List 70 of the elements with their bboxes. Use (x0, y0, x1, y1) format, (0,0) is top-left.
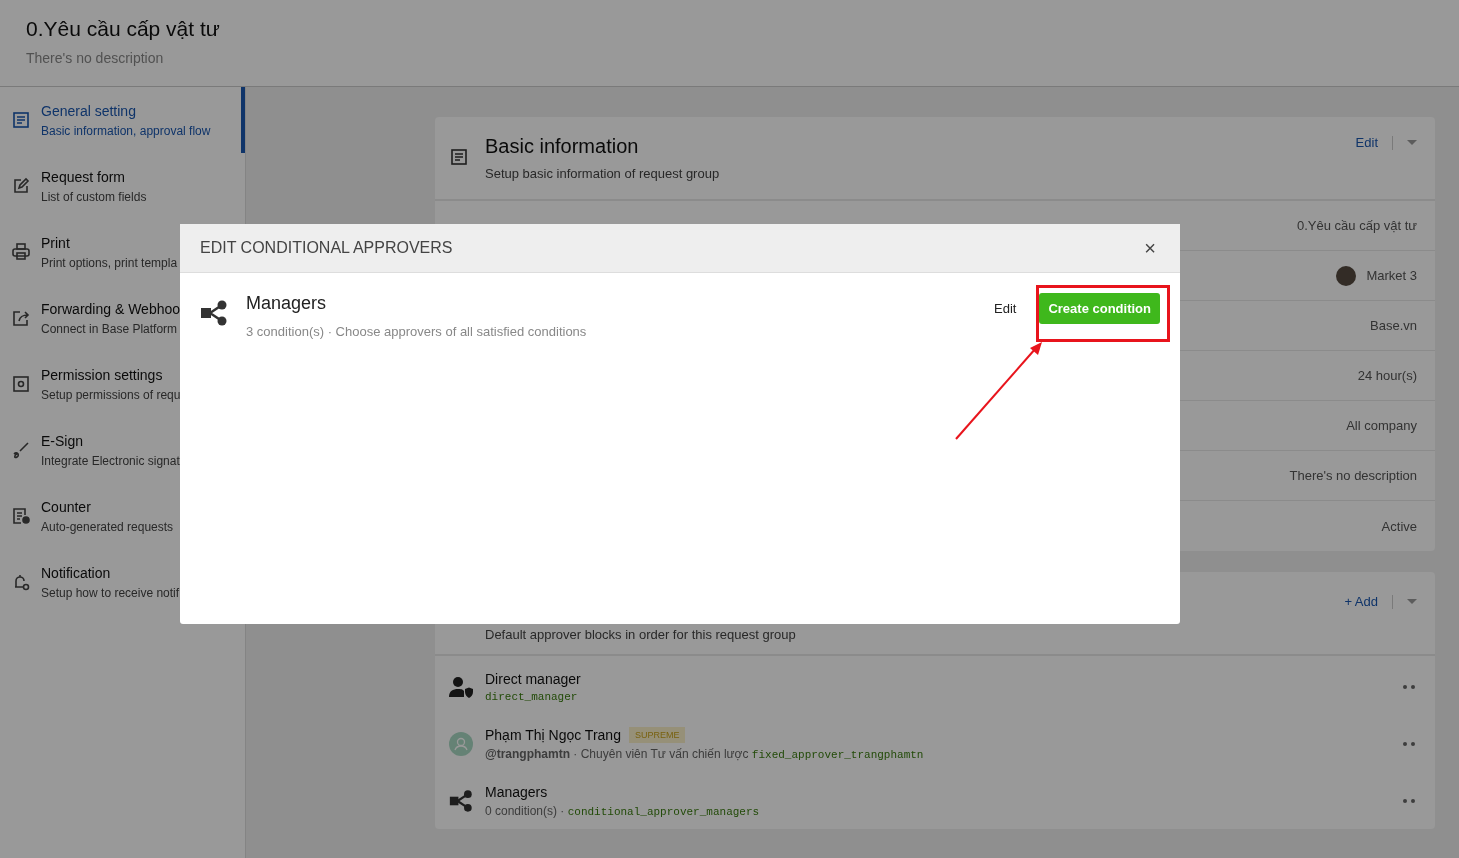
item-subtitle: Setup how to receive notif (41, 585, 180, 600)
field-value: There's no description (1289, 468, 1417, 483)
approver-code: direct_manager (485, 690, 578, 703)
modal-title: EDIT CONDITIONAL APPROVERS (200, 239, 453, 257)
sidebar-item[interactable]: Counter Auto-generated requests (0, 483, 245, 549)
approver-name: Managers (246, 293, 328, 314)
item-title: E-Sign (41, 432, 85, 449)
field-value: Active (1381, 518, 1417, 534)
item-subtitle: Auto-generated requests (41, 519, 174, 534)
item-title: Permission settings (41, 366, 164, 383)
approver-detail: 3 condition(s) · Choose approvers of all satisfied conditions (246, 324, 587, 339)
share-icon (11, 308, 31, 328)
avatar (1336, 265, 1357, 286)
document-icon (11, 110, 31, 130)
edit-link[interactable]: Edit (1355, 135, 1378, 150)
more-icon[interactable] (1403, 741, 1415, 746)
approver-detail: 0 condition(s) · (485, 803, 566, 818)
document-icon (449, 147, 469, 167)
item-title: Forwarding & Webhoo (41, 300, 181, 317)
approver-name: Direct manager (485, 670, 581, 687)
item-subtitle: Connect in Base Platform (41, 321, 179, 336)
page-title: 0.Yêu cầu cấp vật tư (26, 16, 221, 42)
settings-icon (11, 374, 31, 394)
add-link[interactable]: + Add (1344, 594, 1378, 609)
item-title: General setting (41, 102, 137, 119)
item-title: Print (41, 234, 71, 251)
sidebar-item[interactable]: Notification Setup how to receive notif (0, 549, 245, 615)
item-subtitle: Print options, print templa (41, 255, 178, 270)
sidebar-item[interactable]: E-Sign Integrate Electronic signat (0, 417, 245, 483)
sidebar-item[interactable]: Forwarding & Webhoo Connect in Base Platform (0, 285, 245, 351)
user-shield-icon (449, 675, 473, 698)
card-title: Basic information (485, 135, 640, 158)
item-subtitle: Integrate Electronic signat (41, 453, 180, 468)
sidebar-item[interactable]: General setting Basic information, approval flow (0, 87, 245, 153)
approver-detail: · Chuyên viên Tư vấn chiến lược (572, 746, 750, 761)
pen-icon (11, 440, 31, 460)
role-badge: SUPREME (628, 726, 686, 743)
field-value: Base.vn (1370, 318, 1417, 333)
item-subtitle: Basic information, approval flow (41, 123, 211, 138)
username: @trangphamtn (485, 746, 571, 761)
item-subtitle: Setup permissions of requ (41, 387, 181, 402)
printer-icon (11, 242, 31, 262)
field-value: Market 3 (1366, 268, 1417, 283)
approver-name: Managers (485, 783, 548, 800)
approver-code: fixed_approver_trangphamtn (751, 748, 924, 761)
edit-button[interactable]: Edit (994, 301, 1017, 316)
item-title: Notification (41, 564, 112, 581)
sidebar-item[interactable]: Permission settings Setup permissions of requ (0, 351, 245, 417)
field-value: 24 hour(s) (1357, 368, 1417, 383)
card-subtitle: Default approver blocks in order for this request group (485, 627, 796, 642)
field-value: 0.Yêu cầu cấp vật tư (1297, 218, 1417, 233)
approver-name: Phạm Thị Ngọc Trang (485, 726, 621, 743)
more-icon[interactable] (1403, 798, 1415, 803)
item-title: Counter (41, 498, 92, 515)
close-button[interactable]: × (1140, 236, 1160, 260)
avatar-icon (449, 731, 473, 756)
more-icon[interactable] (1403, 684, 1415, 689)
caret-icon[interactable] (1407, 139, 1417, 146)
page-description: There's no description (26, 50, 165, 66)
branch-icon (200, 299, 228, 327)
counter-icon (11, 506, 31, 526)
edit-icon (11, 176, 31, 196)
approver-code: conditional_approver_managers (567, 805, 760, 818)
field-value: All company (1346, 418, 1417, 433)
branch-icon (449, 788, 473, 813)
item-subtitle: List of custom fields (41, 189, 147, 204)
caret-icon[interactable] (1407, 598, 1417, 605)
card-subtitle: Setup basic information of request group (485, 166, 720, 181)
item-title: Request form (41, 168, 127, 185)
sidebar-item[interactable]: Request form List of custom fields (0, 153, 245, 219)
